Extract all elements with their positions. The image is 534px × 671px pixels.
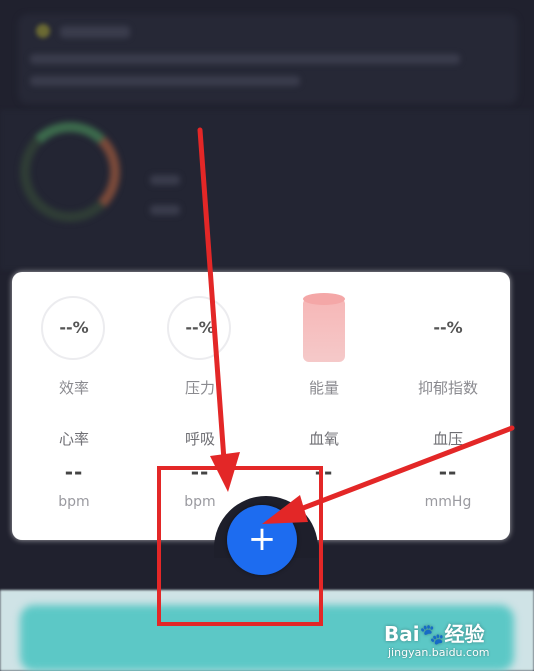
heart-rate-label[interactable]: 心率	[19, 428, 129, 449]
highlight-box	[157, 466, 323, 626]
depression-value: --%	[433, 318, 463, 337]
watermark-brand: Bai🐾经验	[384, 622, 485, 646]
efficiency-value: --%	[59, 318, 89, 337]
blood-pressure-label[interactable]: 血压	[393, 428, 503, 449]
background-gauge-text	[150, 205, 180, 215]
background-status-dot	[36, 24, 50, 38]
background-text-line	[30, 54, 460, 64]
efficiency-label[interactable]: 效率	[19, 377, 129, 398]
background-gauge-text	[150, 175, 180, 185]
background-title-line	[60, 26, 130, 38]
energy-icon	[303, 293, 345, 362]
baidu-jingyan-watermark: Bai🐾经验 jingyan.baidu.com	[384, 618, 524, 668]
background-text-line	[30, 76, 300, 86]
watermark-url: jingyan.baidu.com	[388, 646, 490, 659]
stress-label[interactable]: 压力	[145, 377, 255, 398]
heart-rate-value: --	[64, 460, 84, 484]
blood-oxygen-label[interactable]: 血氧	[269, 428, 379, 449]
depression-label[interactable]: 抑郁指数	[393, 377, 503, 398]
respiration-label[interactable]: 呼吸	[145, 428, 255, 449]
blood-pressure-value: --	[438, 460, 458, 484]
blood-pressure-unit: mmHg	[424, 494, 472, 510]
heart-rate-unit: bpm	[58, 494, 90, 510]
background-gauge	[20, 122, 120, 222]
energy-label[interactable]: 能量	[269, 377, 379, 398]
stress-value: --%	[185, 318, 215, 337]
